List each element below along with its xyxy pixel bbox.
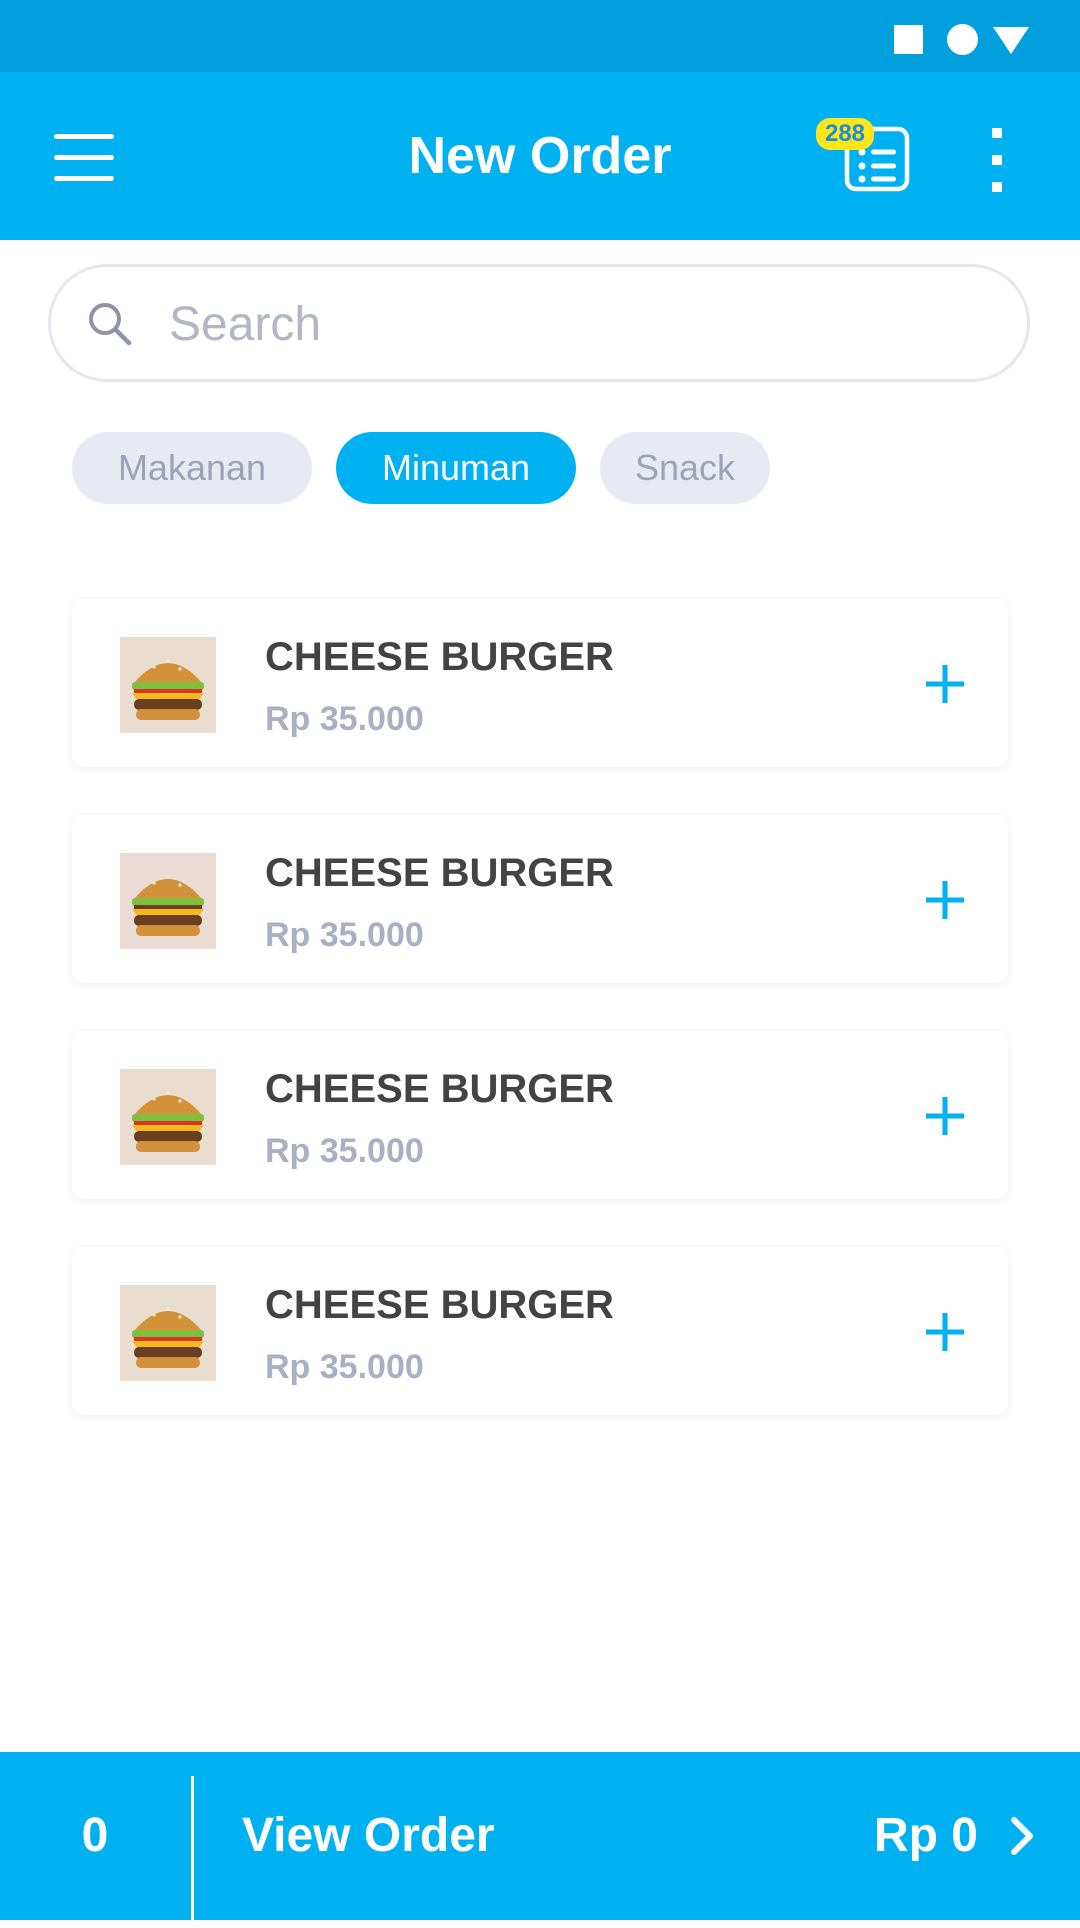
status-circle-icon [947, 24, 978, 55]
order-total: Rp 0 [873, 1809, 978, 1862]
add-icon[interactable] [910, 1297, 980, 1367]
search-box[interactable] [48, 264, 1030, 382]
order-item-count: 0 [81, 1809, 109, 1862]
more-vertical-icon[interactable] [975, 120, 1019, 200]
cheese-burger-image [120, 637, 216, 733]
page-title: New Order [408, 127, 672, 185]
hamburger-menu-icon[interactable] [40, 114, 128, 202]
product-card[interactable]: CHEESE BURGER Rp 35.000 [72, 1031, 1008, 1199]
status-bar [0, 0, 1080, 72]
category-chip-snack[interactable]: Snack [600, 432, 770, 504]
search-icon [85, 299, 135, 349]
view-order-bar[interactable]: 0 View Order Rp 0 [0, 1752, 1080, 1928]
product-card[interactable]: CHEESE BURGER Rp 35.000 [72, 1247, 1008, 1415]
product-price: Rp 35.000 [265, 1132, 424, 1170]
chevron-right-icon[interactable] [1004, 1810, 1040, 1862]
orders-count-badge: 288 [816, 118, 874, 150]
product-name: CHEESE BURGER [265, 1067, 614, 1111]
view-order-button[interactable]: View Order [242, 1796, 495, 1876]
product-name: CHEESE BURGER [265, 851, 614, 895]
add-icon[interactable] [910, 649, 980, 719]
product-price: Rp 35.000 [265, 916, 424, 954]
product-card[interactable]: CHEESE BURGER Rp 35.000 [72, 599, 1008, 767]
cheese-burger-image [120, 853, 216, 949]
product-price: Rp 35.000 [265, 700, 424, 738]
app-bar: New Order 288 [0, 72, 1080, 240]
category-chip-minuman[interactable]: Minuman [336, 432, 576, 504]
add-icon[interactable] [910, 1081, 980, 1151]
bottom-bar-divider [191, 1776, 194, 1928]
status-square-icon [894, 25, 923, 54]
product-name: CHEESE BURGER [265, 1283, 614, 1327]
cheese-burger-image [120, 1069, 216, 1165]
category-chip-makanan[interactable]: Makanan [72, 432, 312, 504]
search-input[interactable] [167, 287, 971, 361]
product-price: Rp 35.000 [265, 1348, 424, 1386]
product-name: CHEESE BURGER [265, 635, 614, 679]
add-icon[interactable] [910, 865, 980, 935]
product-card[interactable]: CHEESE BURGER Rp 35.000 [72, 815, 1008, 983]
cheese-burger-image [120, 1285, 216, 1381]
status-triangle-icon [993, 27, 1029, 54]
